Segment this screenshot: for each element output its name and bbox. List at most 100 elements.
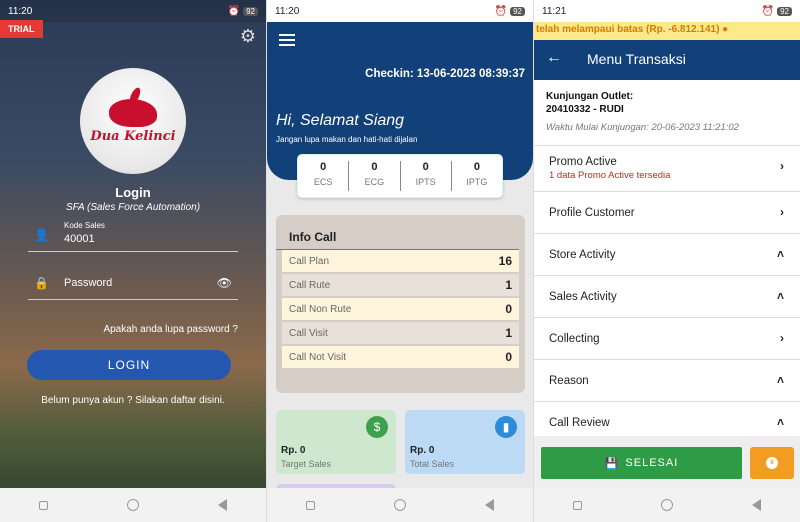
kode-sales-value[interactable]: 40001 (64, 233, 95, 245)
info-call-title: Info Call (276, 215, 519, 250)
chevron-up-icon: ˄ (776, 415, 784, 429)
pause-icon: II (766, 457, 778, 469)
menu-item-label: Collecting (549, 332, 600, 345)
outlet-value: 20410332 - RUDI (546, 104, 624, 115)
menu-hamburger-icon[interactable] (279, 34, 295, 49)
total-sales-card[interactable]: ▮ Rp. 0 Total Sales (405, 410, 525, 474)
lock-icon: 🔒 (34, 276, 49, 290)
stat-label: IPTG (466, 177, 488, 187)
outlet-label: Kunjungan Outlet: (546, 91, 634, 102)
stat-value: 0 (371, 161, 378, 173)
stat-value: 0 (320, 161, 327, 173)
home-icon[interactable] (126, 499, 139, 511)
status-time: 11:20 (8, 5, 33, 17)
checkin-time: Checkin: 13-06-2023 08:39:37 (365, 68, 525, 80)
transaction-menu: Promo Active 1 data Promo Active tersedi… (534, 145, 800, 443)
save-icon: 💾 (604, 457, 620, 470)
row-label: Call Not Visit (289, 351, 347, 363)
chevron-up-icon: ˄ (776, 289, 784, 303)
info-call-panel: Info Call Call Plan 16 Call Rute 1 Call No… (276, 215, 525, 393)
settings-gear-icon[interactable]: ⚙ (240, 26, 256, 47)
target-sales-card[interactable]: $ Rp. 0 Target Sales (276, 410, 396, 474)
info-call-row: Call Rute 1 (282, 274, 519, 298)
alarm-icon: ⏰ (761, 5, 775, 17)
chevron-right-icon: › (780, 159, 784, 173)
selesai-label: SELESAI (625, 457, 679, 469)
alarm-icon: ⏰ (227, 5, 241, 17)
home-icon[interactable] (393, 499, 406, 511)
login-button[interactable]: LOGIN (27, 350, 231, 380)
menu-item-label: Reason (549, 374, 589, 387)
stat-label: IPTS (415, 177, 436, 187)
recents-icon[interactable] (306, 500, 316, 510)
login-subtitle: SFA (Sales Force Automation) (65, 202, 201, 213)
row-value: 16 (498, 254, 512, 268)
stat-value: 0 (473, 161, 480, 173)
android-nav-bar (267, 488, 533, 522)
kode-sales-label: Kode Sales (64, 221, 105, 230)
kode-sales-field[interactable]: 👤 Kode Sales 40001 (28, 220, 238, 252)
dollar-icon: $ (366, 416, 388, 438)
android-nav-bar (0, 488, 266, 522)
eye-icon[interactable]: 👁 (217, 276, 232, 290)
android-nav-bar (534, 488, 800, 522)
row-label: Call Non Rute (289, 303, 352, 315)
home-screen: 11:20 ⏰ 92 Checkin: 13-06-2023 08:39:37 H… (267, 0, 534, 522)
outlet-info: Kunjungan Outlet: 20410332 - RUDI (546, 90, 633, 116)
login-screen: 11:20 ⏰ 92 TRIAL ⚙ Dua Kelinci Login SFA … (0, 0, 267, 522)
back-icon[interactable] (751, 499, 761, 511)
password-field[interactable]: 🔒 Password 👁 (28, 270, 238, 300)
back-icon[interactable] (484, 499, 494, 511)
brand-name: Dua Kelinci (90, 128, 176, 144)
register-link[interactable]: Belum punya akun ? Silakan daftar disini… (0, 395, 266, 406)
stat-label: ECG (364, 177, 385, 187)
login-title: Login (115, 185, 151, 200)
battery-indicator: 92 (777, 6, 792, 16)
recents-icon[interactable] (573, 500, 583, 510)
chevron-right-icon: › (780, 331, 784, 345)
menu-item-collecting[interactable]: Collecting › (534, 317, 800, 359)
chevron-right-icon: › (780, 205, 784, 219)
stat-value: 0 (422, 161, 429, 173)
back-icon[interactable] (217, 499, 227, 511)
status-time: 11:20 (275, 5, 300, 17)
stat-label: ECS (313, 177, 333, 187)
card-amount: Rp. 0 (281, 445, 306, 456)
selesai-button[interactable]: 💾 SELESAI (541, 447, 742, 479)
card-label: Total Sales (410, 459, 455, 469)
trial-badge: TRIAL (0, 20, 43, 38)
rabbit-icon (109, 98, 157, 127)
status-bar: 11:21 ⏰ 92 (534, 0, 800, 22)
password-placeholder[interactable]: Password (64, 277, 112, 289)
recents-icon[interactable] (39, 500, 49, 510)
menu-item-sub: 1 data Promo Active tersedia (549, 170, 671, 181)
menu-item-profile-customer[interactable]: Profile Customer › (534, 191, 800, 233)
stat-iptg: 0 IPTG (452, 161, 502, 191)
status-bar: 11:20 ⏰ 92 (267, 0, 533, 22)
row-label: Call Rute (289, 279, 331, 291)
menu-item-sales-activity[interactable]: Sales Activity ˄ (534, 275, 800, 317)
forgot-password-link[interactable]: Apakah anda lupa password ? (103, 324, 238, 335)
menu-item-reason[interactable]: Reason ˄ (534, 359, 800, 401)
back-arrow-icon[interactable]: ← (546, 49, 562, 67)
menu-item-promo-active[interactable]: Promo Active 1 data Promo Active tersedi… (534, 145, 800, 191)
stats-panel: 0 ECS 0 ECG 0 IPTS 0 IPTG (297, 154, 503, 198)
brand-logo: Dua Kelinci (80, 68, 186, 174)
status-time: 11:21 (542, 5, 567, 17)
status-bar: 11:20 ⏰ 92 (0, 0, 266, 22)
menu-item-label: Store Activity (549, 248, 616, 261)
menu-item-label: Profile Customer (549, 206, 635, 219)
pause-button[interactable]: II (750, 447, 794, 479)
row-value: 1 (505, 326, 512, 340)
card-amount: Rp. 0 (410, 445, 435, 456)
chevron-up-icon: ˄ (776, 247, 784, 261)
battery-indicator: 92 (510, 6, 525, 16)
menu-item-label: Sales Activity (549, 290, 617, 303)
alarm-icon: ⏰ (494, 5, 508, 17)
bottom-action-bar: 💾 SELESAI II (534, 436, 800, 488)
battery-indicator: 92 (243, 6, 258, 16)
bar-chart-icon: ▮ (495, 416, 517, 438)
info-call-row: Call Visit 1 (282, 322, 519, 346)
menu-item-store-activity[interactable]: Store Activity ˄ (534, 233, 800, 275)
home-icon[interactable] (660, 499, 673, 511)
